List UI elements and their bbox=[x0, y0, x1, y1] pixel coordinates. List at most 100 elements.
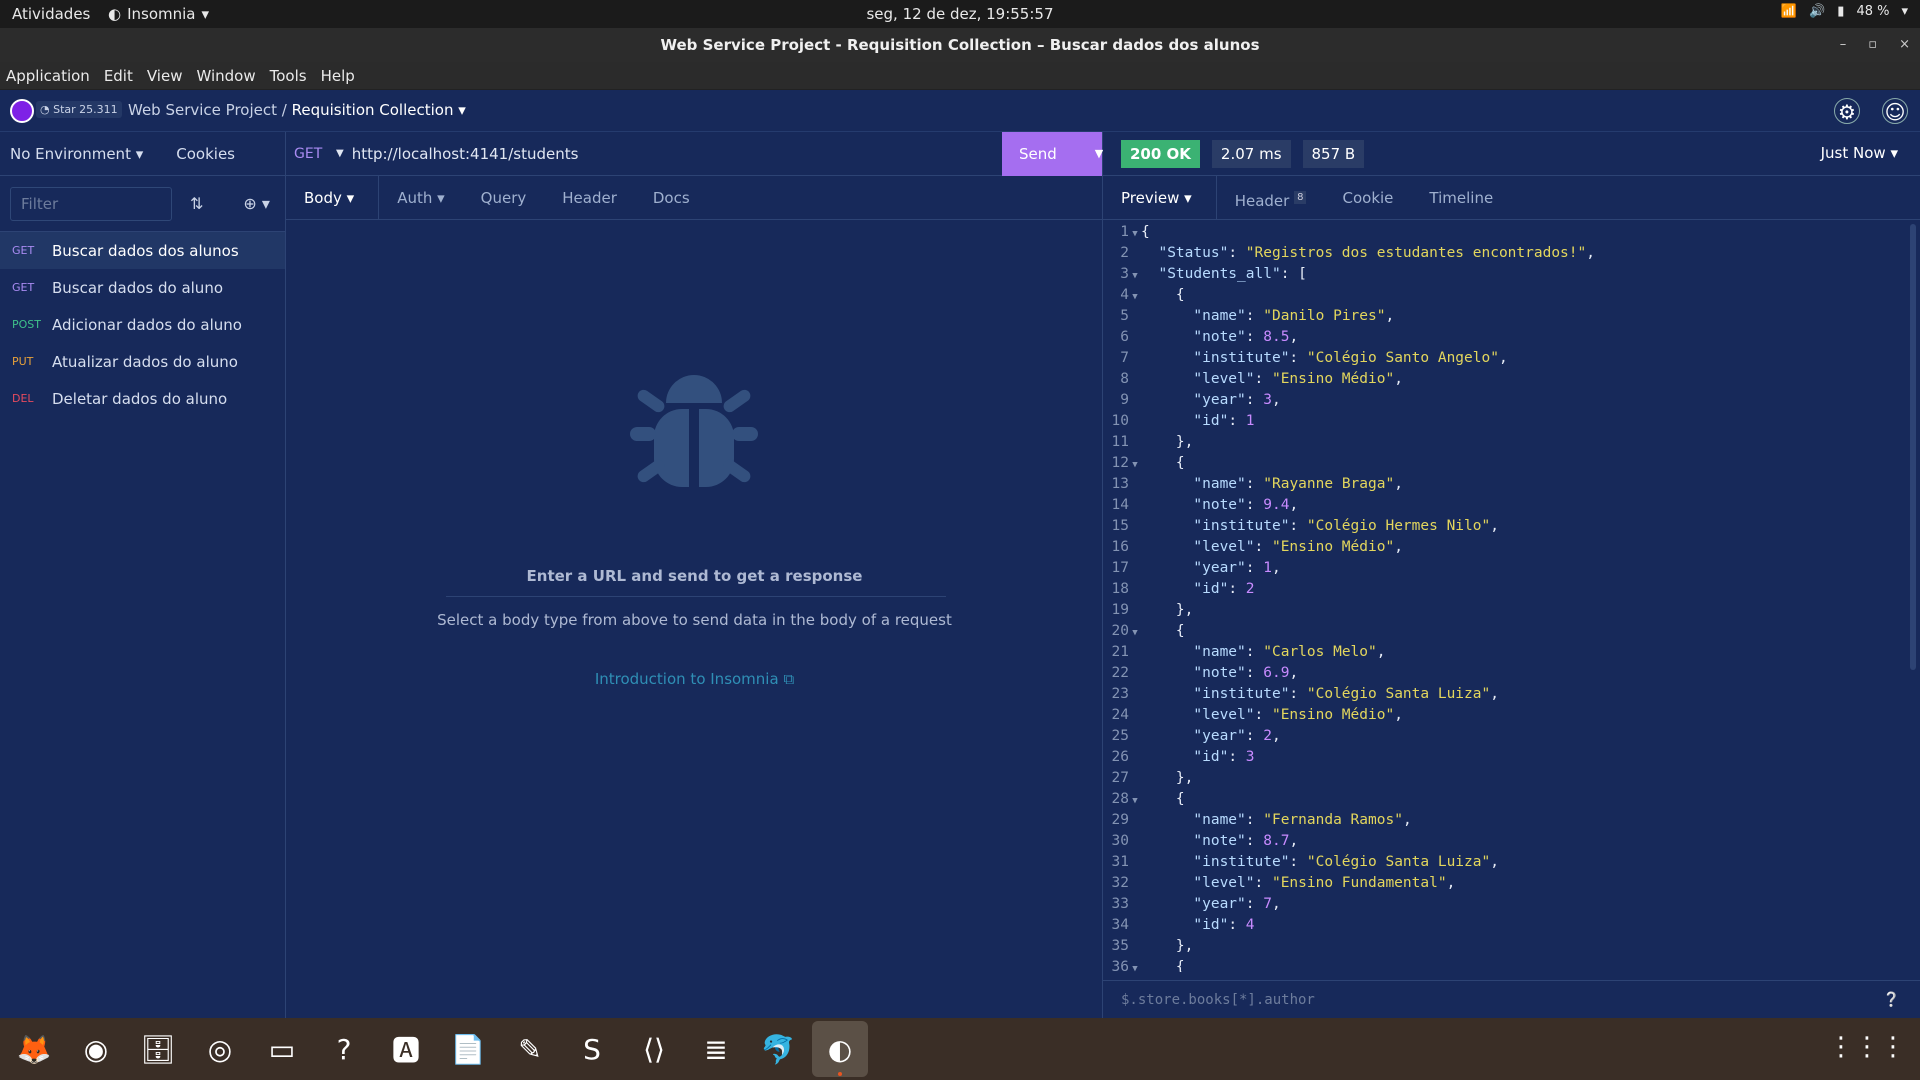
line-number: 25 bbox=[1111, 728, 1129, 744]
code-line: 31 "institute": "Colégio Santa Luiza", bbox=[1103, 852, 1920, 873]
fold-gutter bbox=[1129, 665, 1141, 686]
tab-body[interactable]: Body ▾ bbox=[286, 175, 380, 220]
rhythmbox-icon[interactable]: ◎ bbox=[192, 1021, 248, 1077]
insomnia-icon[interactable]: ◐ bbox=[812, 1021, 868, 1077]
help-icon[interactable]: ? bbox=[316, 1021, 372, 1077]
tab-auth[interactable]: Auth ▾ bbox=[379, 176, 462, 220]
code-line: 19 }, bbox=[1103, 600, 1920, 621]
environment-selector[interactable]: No Environment ▾ bbox=[10, 145, 143, 163]
response-filter-input[interactable]: $.store.books[*].author ❔ bbox=[1103, 980, 1920, 1018]
database-icon[interactable]: ≣ bbox=[688, 1021, 744, 1077]
show-apps-grid-icon[interactable]: ⋮⋮⋮ bbox=[1828, 1032, 1906, 1062]
url-bar: GET ▼ http://localhost:4141/students Sen… bbox=[286, 131, 1103, 176]
line-number: 9 bbox=[1120, 392, 1129, 408]
fold-gutter bbox=[1129, 371, 1141, 392]
github-star-badge[interactable]: ◔ Star 25.311 bbox=[36, 101, 122, 118]
chrome-icon[interactable]: ◉ bbox=[68, 1021, 124, 1077]
system-tray[interactable]: 📶 🔊 ▮ 48 % ▾ bbox=[1781, 4, 1908, 19]
clock[interactable]: seg, 12 de dez, 19:55:57 bbox=[0, 5, 1920, 23]
sublime-icon[interactable]: S bbox=[564, 1021, 620, 1077]
mysql-workbench-icon[interactable]: 🐬 bbox=[750, 1021, 806, 1077]
fold-gutter bbox=[1129, 686, 1141, 707]
fold-gutter bbox=[1129, 854, 1141, 875]
breadcrumb-collection[interactable]: Requisition Collection bbox=[292, 101, 454, 119]
status-badge: 200 OK bbox=[1121, 139, 1200, 168]
menu-window[interactable]: Window bbox=[196, 62, 255, 89]
intro-link[interactable]: Introduction to Insomnia ⧉ bbox=[286, 670, 1103, 688]
sidebar-request-adicionar-dados-do-aluno[interactable]: POST Adicionar dados do aluno bbox=[0, 306, 285, 343]
close-icon[interactable]: × bbox=[1899, 28, 1910, 62]
code-text: "institute": "Colégio Santo Angelo", bbox=[1193, 350, 1508, 366]
chevron-down-icon[interactable]: ▼ bbox=[1095, 147, 1103, 160]
sidebar-request-atualizar-dados-do-aluno[interactable]: PUT Atualizar dados do aluno bbox=[0, 343, 285, 380]
response-json-viewer[interactable]: 1 ▼{2 "Status": "Registros dos estudantes… bbox=[1103, 222, 1920, 972]
code-line: 8 "level": "Ensino Médio", bbox=[1103, 369, 1920, 390]
maximize-icon[interactable]: ▫ bbox=[1868, 28, 1877, 62]
tab-docs[interactable]: Docs bbox=[635, 176, 708, 220]
menu-help[interactable]: Help bbox=[321, 62, 355, 89]
line-number: 28 bbox=[1111, 791, 1129, 807]
fold-toggle-icon[interactable]: ▼ bbox=[1129, 959, 1141, 972]
history-dropdown[interactable]: Just Now ▾ bbox=[1821, 144, 1898, 162]
add-request-icon[interactable]: ⊕ ▾ bbox=[243, 194, 270, 213]
breadcrumb-project[interactable]: Web Service Project bbox=[128, 101, 277, 119]
terminal-icon[interactable]: ▭ bbox=[254, 1021, 310, 1077]
sort-icon[interactable]: ⇅ bbox=[190, 194, 203, 213]
account-icon[interactable]: ☺ bbox=[1882, 98, 1908, 124]
cookies-button[interactable]: Cookies bbox=[176, 145, 235, 163]
send-button[interactable]: Send ▼ bbox=[1002, 131, 1103, 176]
line-number: 23 bbox=[1111, 686, 1129, 702]
fold-toggle-icon[interactable]: ▼ bbox=[1129, 623, 1141, 644]
fold-toggle-icon[interactable]: ▼ bbox=[1129, 224, 1141, 245]
tab-preview[interactable]: Preview ▾ bbox=[1103, 175, 1217, 220]
fold-toggle-icon[interactable]: ▼ bbox=[1129, 266, 1141, 287]
code-line: 34 "id": 4 bbox=[1103, 915, 1920, 936]
software-icon[interactable]: 🅰 bbox=[378, 1021, 434, 1077]
scrollbar[interactable] bbox=[1910, 224, 1916, 670]
code-text: "institute": "Colégio Santa Luiza", bbox=[1193, 686, 1499, 702]
files-icon[interactable]: 🗄 bbox=[130, 1021, 186, 1077]
tab-query[interactable]: Query bbox=[463, 176, 545, 220]
line-number: 4 bbox=[1120, 287, 1129, 303]
battery-icon: ▮ bbox=[1837, 4, 1845, 19]
tab-response-header[interactable]: Header 8 bbox=[1217, 176, 1325, 220]
minimize-icon[interactable]: – bbox=[1840, 28, 1847, 62]
menu-edit[interactable]: Edit bbox=[104, 62, 133, 89]
code-text: "name": "Fernanda Ramos", bbox=[1193, 812, 1412, 828]
firefox-icon[interactable]: 🦊 bbox=[6, 1021, 62, 1077]
code-text: "note": 6.9, bbox=[1193, 665, 1299, 681]
code-line: 12 ▼ { bbox=[1103, 453, 1920, 474]
request-name: Buscar dados dos alunos bbox=[52, 241, 239, 260]
menu-application[interactable]: Application bbox=[6, 62, 90, 89]
line-number: 21 bbox=[1111, 644, 1129, 660]
reader-icon[interactable]: ✎ bbox=[502, 1021, 558, 1077]
fold-toggle-icon[interactable]: ▼ bbox=[1129, 287, 1141, 308]
sidebar: No Environment ▾ Cookies Filter ⇅ ⊕ ▾ GE… bbox=[0, 132, 286, 1018]
request-name: Atualizar dados do aluno bbox=[52, 352, 238, 371]
chevron-down-icon[interactable]: ▾ bbox=[458, 101, 466, 119]
vscode-icon[interactable]: ⟨⟩ bbox=[626, 1021, 682, 1077]
code-line: 35 }, bbox=[1103, 936, 1920, 957]
environment-row: No Environment ▾ Cookies bbox=[0, 132, 285, 176]
tab-header[interactable]: Header bbox=[544, 176, 635, 220]
writer-icon[interactable]: 📄 bbox=[440, 1021, 496, 1077]
sidebar-request-deletar-dados-do-aluno[interactable]: DEL Deletar dados do aluno bbox=[0, 380, 285, 417]
insomnia-logo[interactable] bbox=[10, 99, 34, 123]
tab-cookie[interactable]: Cookie bbox=[1324, 176, 1411, 220]
sidebar-filter-input[interactable]: Filter bbox=[10, 186, 172, 221]
sidebar-request-buscar-dados-do-aluno[interactable]: GET Buscar dados do aluno bbox=[0, 269, 285, 306]
help-icon[interactable]: ❔ bbox=[1883, 981, 1900, 1019]
method-selector[interactable]: GET bbox=[286, 146, 336, 162]
chevron-down-icon[interactable]: ▼ bbox=[336, 148, 344, 159]
url-input[interactable]: http://localhost:4141/students bbox=[352, 145, 1002, 163]
sidebar-request-buscar-dados-dos-alunos[interactable]: GET Buscar dados dos alunos bbox=[0, 232, 285, 269]
tab-timeline[interactable]: Timeline bbox=[1411, 176, 1511, 220]
settings-gear-icon[interactable]: ⚙ bbox=[1834, 98, 1860, 124]
menu-view[interactable]: View bbox=[147, 62, 183, 89]
code-line: 33 "year": 7, bbox=[1103, 894, 1920, 915]
fold-toggle-icon[interactable]: ▼ bbox=[1129, 455, 1141, 476]
code-line: 14 "note": 9.4, bbox=[1103, 495, 1920, 516]
menu-tools[interactable]: Tools bbox=[270, 62, 307, 89]
line-number: 27 bbox=[1111, 770, 1129, 786]
fold-toggle-icon[interactable]: ▼ bbox=[1129, 791, 1141, 812]
